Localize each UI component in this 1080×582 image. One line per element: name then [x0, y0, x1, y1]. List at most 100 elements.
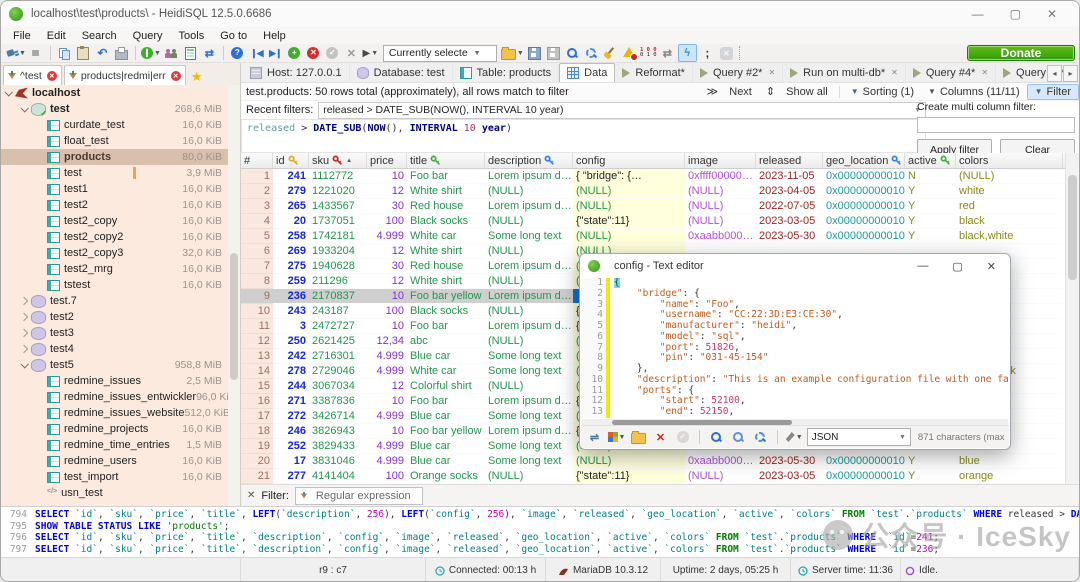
- find-icon[interactable]: [564, 45, 581, 61]
- menu-edit[interactable]: Edit: [39, 29, 74, 43]
- cell-desc[interactable]: Some long text: [485, 229, 573, 244]
- tree-item-float-test[interactable]: float_test16,0 KiB: [1, 133, 228, 149]
- cell-rn[interactable]: 21: [241, 469, 273, 484]
- cell-sku[interactable]: 211296: [309, 274, 367, 289]
- tree-item-usn-test[interactable]: </>usn_test: [1, 485, 228, 501]
- cell-price[interactable]: 12: [367, 244, 407, 259]
- cell-image[interactable]: (NULL): [685, 214, 756, 229]
- connect-icon[interactable]: ▼: [6, 45, 26, 61]
- cell-geo[interactable]: 0x00000000010…: [823, 214, 905, 229]
- cell-geo[interactable]: 0x00000000010…: [823, 184, 905, 199]
- cell-price[interactable]: 12: [367, 184, 407, 199]
- show-all-button[interactable]: ⇕ Show all: [759, 84, 835, 99]
- recent-filters-combo[interactable]: released > DATE_SUB(NOW(), INTERVAL 10 y…: [318, 102, 926, 119]
- cell-id[interactable]: 279: [273, 184, 309, 199]
- column-header-sku[interactable]: sku▲: [309, 153, 367, 168]
- cell-rn[interactable]: 4: [241, 214, 273, 229]
- cell-rel[interactable]: 2023-04-05: [756, 184, 823, 199]
- cell-price[interactable]: 4.999: [367, 364, 407, 379]
- cell-sku[interactable]: 3831046: [309, 454, 367, 469]
- cell-rn[interactable]: 9: [241, 289, 273, 304]
- cell-title[interactable]: Red house: [407, 199, 485, 214]
- cell-sku[interactable]: 1112772: [309, 169, 367, 184]
- cell-title[interactable]: Foo bar yellow: [407, 424, 485, 439]
- cell-id[interactable]: 243: [273, 304, 309, 319]
- cancel-edit-icon[interactable]: ✕: [343, 45, 360, 61]
- close-filter-icon[interactable]: ✕: [47, 71, 57, 81]
- cell-price[interactable]: 4.999: [367, 454, 407, 469]
- cell-sku[interactable]: 243187: [309, 304, 367, 319]
- cell-price[interactable]: 10: [367, 289, 407, 304]
- cell-desc[interactable]: (NULL): [485, 214, 573, 229]
- tree-item-test4[interactable]: test4: [1, 341, 228, 357]
- cell-rn[interactable]: 7: [241, 259, 273, 274]
- cell-image[interactable]: 0xaabb000…: [685, 454, 756, 469]
- cell-price[interactable]: 100: [367, 214, 407, 229]
- cell-sku[interactable]: 1940628: [309, 259, 367, 274]
- tree-item-test1[interactable]: test116,0 KiB: [1, 181, 228, 197]
- cell-desc[interactable]: (NULL): [485, 274, 573, 289]
- cell-desc[interactable]: Lorem ipsum d…: [485, 169, 573, 184]
- menu-tools[interactable]: Tools: [171, 29, 213, 43]
- cell-price[interactable]: 10: [367, 169, 407, 184]
- cell-desc[interactable]: (NULL): [485, 379, 573, 394]
- kill-query-icon[interactable]: ✕: [718, 45, 735, 61]
- cell-sku[interactable]: 3387836: [309, 394, 367, 409]
- cell-desc[interactable]: Some long text: [485, 439, 573, 454]
- cell-colors[interactable]: red: [956, 199, 1063, 214]
- cell-id[interactable]: 271: [273, 394, 309, 409]
- column-header-rownum[interactable]: #: [241, 153, 273, 168]
- cell-title[interactable]: White car: [407, 229, 485, 244]
- column-header-active[interactable]: active: [905, 153, 956, 168]
- menu-file[interactable]: File: [5, 29, 39, 43]
- cell-desc[interactable]: Some long text: [485, 409, 573, 424]
- dialog-close-icon[interactable]: ✕: [987, 260, 996, 273]
- tree-item-test3[interactable]: test3: [1, 325, 228, 341]
- cell-rn[interactable]: 1: [241, 169, 273, 184]
- tree-filter-tab[interactable]: products|redmi|err✕: [64, 65, 186, 85]
- cell-title[interactable]: Blue car: [407, 349, 485, 364]
- zoom-out-icon[interactable]: [730, 429, 747, 445]
- table-row[interactable]: 2279122102012White shirt(NULL)(NULL)(NUL…: [241, 184, 1065, 199]
- cell-rn[interactable]: 8: [241, 274, 273, 289]
- cell-price[interactable]: 12,34: [367, 334, 407, 349]
- zoom-in-icon[interactable]: [708, 429, 725, 445]
- cell-desc[interactable]: (NULL): [485, 469, 573, 484]
- tab-host-127-0-0-1[interactable]: Host: 127.0.0.1: [243, 64, 350, 82]
- cell-rel[interactable]: 2023-05-30: [756, 454, 823, 469]
- tab-query-2-[interactable]: Query #2*✕: [693, 64, 783, 82]
- cell-price[interactable]: 4.999: [367, 409, 407, 424]
- cell-rel[interactable]: 2023-05-30: [756, 229, 823, 244]
- windows-format-icon[interactable]: ▼: [608, 429, 625, 445]
- copy-icon[interactable]: [56, 45, 73, 61]
- tree-item-redmine-issues-website[interactable]: redmine_issues_website512,0 KiB: [1, 405, 228, 421]
- cell-id[interactable]: 17: [273, 454, 309, 469]
- cell-rn[interactable]: 20: [241, 454, 273, 469]
- cell-title[interactable]: Black socks: [407, 304, 485, 319]
- column-header-title[interactable]: title: [407, 153, 485, 168]
- tree-scrollbar[interactable]: [228, 85, 240, 506]
- zoom-reset-icon[interactable]: [752, 429, 769, 445]
- cell-sku[interactable]: 1933204: [309, 244, 367, 259]
- cell-sku[interactable]: 4141404: [309, 469, 367, 484]
- expand-arrow-icon[interactable]: [20, 360, 28, 368]
- tree-item-test5[interactable]: test5958,8 MiB: [1, 357, 228, 373]
- cell-id[interactable]: 241: [273, 169, 309, 184]
- favorites-star-icon[interactable]: ★: [191, 69, 203, 85]
- cell-geo[interactable]: 0x00000000010…: [823, 169, 905, 184]
- cell-rn[interactable]: 17: [241, 409, 273, 424]
- database-tree[interactable]: localhosttest268,6 MiBcurdate_test16,0 K…: [1, 85, 228, 506]
- cell-sku[interactable]: 1221020: [309, 184, 367, 199]
- tree-item-tstest[interactable]: tstest16,0 KiB: [1, 277, 228, 293]
- format-select[interactable]: JSON▼: [807, 428, 911, 446]
- cell-sku[interactable]: 3067034: [309, 379, 367, 394]
- cell-desc[interactable]: (NULL): [485, 244, 573, 259]
- tab-run-on-multi-db-[interactable]: Run on multi-db*✕: [783, 64, 906, 82]
- cell-desc[interactable]: Lorem ipsum d…: [485, 259, 573, 274]
- cell-id[interactable]: 246: [273, 424, 309, 439]
- cell-sku[interactable]: 2716301: [309, 349, 367, 364]
- sql-log[interactable]: 794SELECT `id`, `sku`, `price`, `title`,…: [1, 506, 1079, 557]
- cell-title[interactable]: Black socks: [407, 214, 485, 229]
- cell-config[interactable]: {"state":11}: [573, 214, 685, 229]
- session-manager-icon[interactable]: ❙▼: [141, 45, 161, 61]
